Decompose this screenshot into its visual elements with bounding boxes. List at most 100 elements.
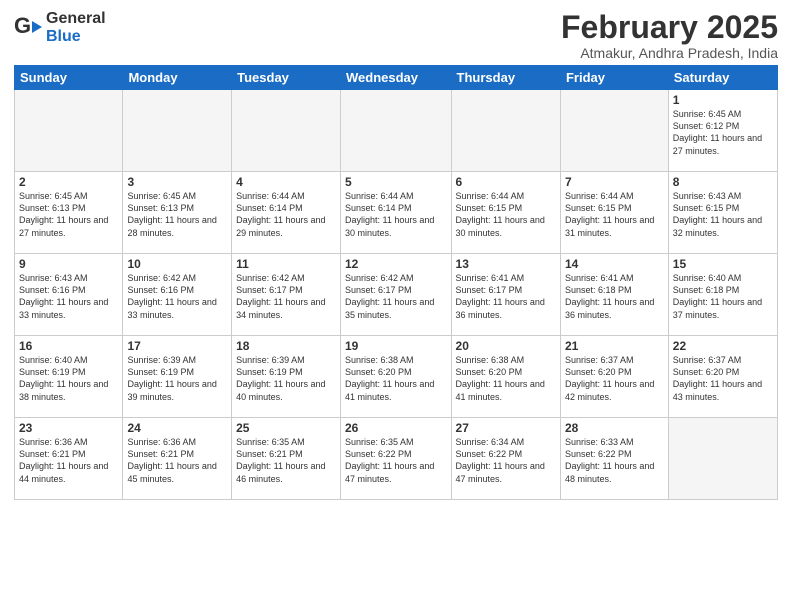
day-info: Sunrise: 6:35 AM Sunset: 6:21 PM Dayligh… [236, 436, 336, 485]
day-info: Sunrise: 6:42 AM Sunset: 6:17 PM Dayligh… [345, 272, 447, 321]
day-info: Sunrise: 6:41 AM Sunset: 6:18 PM Dayligh… [565, 272, 664, 321]
month-title: February 2025 [561, 10, 778, 45]
day-number: 26 [345, 421, 447, 435]
weekday-header: Wednesday [341, 66, 452, 90]
day-info: Sunrise: 6:45 AM Sunset: 6:13 PM Dayligh… [127, 190, 227, 239]
day-info: Sunrise: 6:44 AM Sunset: 6:15 PM Dayligh… [565, 190, 664, 239]
calendar-table: SundayMondayTuesdayWednesdayThursdayFrid… [14, 65, 778, 500]
day-number: 14 [565, 257, 664, 271]
day-number: 21 [565, 339, 664, 353]
location: Atmakur, Andhra Pradesh, India [561, 45, 778, 61]
calendar-day-cell: 4Sunrise: 6:44 AM Sunset: 6:14 PM Daylig… [232, 172, 341, 254]
day-number: 12 [345, 257, 447, 271]
logo-icon: G [14, 13, 44, 43]
calendar-day-cell [560, 90, 668, 172]
day-number: 11 [236, 257, 336, 271]
calendar-day-cell: 28Sunrise: 6:33 AM Sunset: 6:22 PM Dayli… [560, 418, 668, 500]
day-info: Sunrise: 6:42 AM Sunset: 6:17 PM Dayligh… [236, 272, 336, 321]
day-number: 15 [673, 257, 773, 271]
weekday-header: Saturday [668, 66, 777, 90]
day-info: Sunrise: 6:44 AM Sunset: 6:14 PM Dayligh… [345, 190, 447, 239]
calendar-day-cell: 2Sunrise: 6:45 AM Sunset: 6:13 PM Daylig… [15, 172, 123, 254]
calendar-day-cell: 15Sunrise: 6:40 AM Sunset: 6:18 PM Dayli… [668, 254, 777, 336]
calendar-day-cell: 6Sunrise: 6:44 AM Sunset: 6:15 PM Daylig… [451, 172, 560, 254]
day-number: 16 [19, 339, 118, 353]
calendar-day-cell: 1Sunrise: 6:45 AM Sunset: 6:12 PM Daylig… [668, 90, 777, 172]
day-number: 5 [345, 175, 447, 189]
logo-text: General Blue [46, 10, 106, 45]
calendar-day-cell: 25Sunrise: 6:35 AM Sunset: 6:21 PM Dayli… [232, 418, 341, 500]
weekday-header: Sunday [15, 66, 123, 90]
logo: G General Blue [14, 10, 106, 45]
calendar-day-cell [341, 90, 452, 172]
calendar-day-cell [123, 90, 232, 172]
calendar-day-cell: 9Sunrise: 6:43 AM Sunset: 6:16 PM Daylig… [15, 254, 123, 336]
calendar-day-cell: 3Sunrise: 6:45 AM Sunset: 6:13 PM Daylig… [123, 172, 232, 254]
calendar-day-cell: 10Sunrise: 6:42 AM Sunset: 6:16 PM Dayli… [123, 254, 232, 336]
calendar-day-cell: 24Sunrise: 6:36 AM Sunset: 6:21 PM Dayli… [123, 418, 232, 500]
day-number: 25 [236, 421, 336, 435]
calendar-day-cell: 12Sunrise: 6:42 AM Sunset: 6:17 PM Dayli… [341, 254, 452, 336]
calendar-day-cell: 5Sunrise: 6:44 AM Sunset: 6:14 PM Daylig… [341, 172, 452, 254]
day-info: Sunrise: 6:41 AM Sunset: 6:17 PM Dayligh… [456, 272, 556, 321]
day-info: Sunrise: 6:39 AM Sunset: 6:19 PM Dayligh… [236, 354, 336, 403]
day-number: 4 [236, 175, 336, 189]
calendar-day-cell: 13Sunrise: 6:41 AM Sunset: 6:17 PM Dayli… [451, 254, 560, 336]
day-info: Sunrise: 6:37 AM Sunset: 6:20 PM Dayligh… [565, 354, 664, 403]
day-number: 6 [456, 175, 556, 189]
day-number: 9 [19, 257, 118, 271]
weekday-header: Friday [560, 66, 668, 90]
page: G General Blue February 2025 Atmakur, An… [0, 0, 792, 612]
day-info: Sunrise: 6:39 AM Sunset: 6:19 PM Dayligh… [127, 354, 227, 403]
header: G General Blue February 2025 Atmakur, An… [14, 10, 778, 61]
weekday-header: Tuesday [232, 66, 341, 90]
svg-text:G: G [14, 13, 31, 38]
day-info: Sunrise: 6:34 AM Sunset: 6:22 PM Dayligh… [456, 436, 556, 485]
day-number: 2 [19, 175, 118, 189]
day-info: Sunrise: 6:40 AM Sunset: 6:19 PM Dayligh… [19, 354, 118, 403]
calendar-day-cell: 23Sunrise: 6:36 AM Sunset: 6:21 PM Dayli… [15, 418, 123, 500]
calendar-day-cell: 11Sunrise: 6:42 AM Sunset: 6:17 PM Dayli… [232, 254, 341, 336]
calendar-day-cell [15, 90, 123, 172]
calendar-day-cell: 17Sunrise: 6:39 AM Sunset: 6:19 PM Dayli… [123, 336, 232, 418]
weekday-header: Monday [123, 66, 232, 90]
calendar-day-cell: 19Sunrise: 6:38 AM Sunset: 6:20 PM Dayli… [341, 336, 452, 418]
day-info: Sunrise: 6:42 AM Sunset: 6:16 PM Dayligh… [127, 272, 227, 321]
day-number: 8 [673, 175, 773, 189]
day-number: 10 [127, 257, 227, 271]
day-info: Sunrise: 6:36 AM Sunset: 6:21 PM Dayligh… [19, 436, 118, 485]
calendar-week-row: 23Sunrise: 6:36 AM Sunset: 6:21 PM Dayli… [15, 418, 778, 500]
calendar-day-cell [668, 418, 777, 500]
calendar-day-cell: 26Sunrise: 6:35 AM Sunset: 6:22 PM Dayli… [341, 418, 452, 500]
day-info: Sunrise: 6:37 AM Sunset: 6:20 PM Dayligh… [673, 354, 773, 403]
calendar-day-cell [232, 90, 341, 172]
calendar-day-cell: 27Sunrise: 6:34 AM Sunset: 6:22 PM Dayli… [451, 418, 560, 500]
day-info: Sunrise: 6:40 AM Sunset: 6:18 PM Dayligh… [673, 272, 773, 321]
day-number: 13 [456, 257, 556, 271]
day-number: 28 [565, 421, 664, 435]
day-number: 20 [456, 339, 556, 353]
day-number: 1 [673, 93, 773, 107]
calendar-day-cell: 16Sunrise: 6:40 AM Sunset: 6:19 PM Dayli… [15, 336, 123, 418]
calendar-day-cell: 8Sunrise: 6:43 AM Sunset: 6:15 PM Daylig… [668, 172, 777, 254]
day-number: 23 [19, 421, 118, 435]
logo-blue: Blue [46, 28, 106, 46]
day-number: 17 [127, 339, 227, 353]
day-info: Sunrise: 6:33 AM Sunset: 6:22 PM Dayligh… [565, 436, 664, 485]
calendar-week-row: 2 Sunrise: 6:45 AM Sunset: 6:13 PM Daylig… [15, 172, 778, 254]
calendar-day-cell: 22Sunrise: 6:37 AM Sunset: 6:20 PM Dayli… [668, 336, 777, 418]
day-info: Sunrise: 6:43 AM Sunset: 6:16 PM Dayligh… [19, 272, 118, 321]
day-number: 24 [127, 421, 227, 435]
calendar-day-cell: 18Sunrise: 6:39 AM Sunset: 6:19 PM Dayli… [232, 336, 341, 418]
weekday-header: Thursday [451, 66, 560, 90]
calendar-header-row: SundayMondayTuesdayWednesdayThursdayFrid… [15, 66, 778, 90]
logo-general: General [46, 10, 106, 28]
day-number: 19 [345, 339, 447, 353]
day-info: Sunrise: 6:45 AM Sunset: 6:12 PM Dayligh… [673, 108, 773, 157]
day-info: Sunrise: 6:44 AM Sunset: 6:14 PM Dayligh… [236, 190, 336, 239]
calendar-day-cell: 21Sunrise: 6:37 AM Sunset: 6:20 PM Dayli… [560, 336, 668, 418]
day-info: Sunrise: 6:38 AM Sunset: 6:20 PM Dayligh… [456, 354, 556, 403]
day-info: Sunrise: 6:44 AM Sunset: 6:15 PM Dayligh… [456, 190, 556, 239]
day-number: 18 [236, 339, 336, 353]
calendar-week-row: 1Sunrise: 6:45 AM Sunset: 6:12 PM Daylig… [15, 90, 778, 172]
